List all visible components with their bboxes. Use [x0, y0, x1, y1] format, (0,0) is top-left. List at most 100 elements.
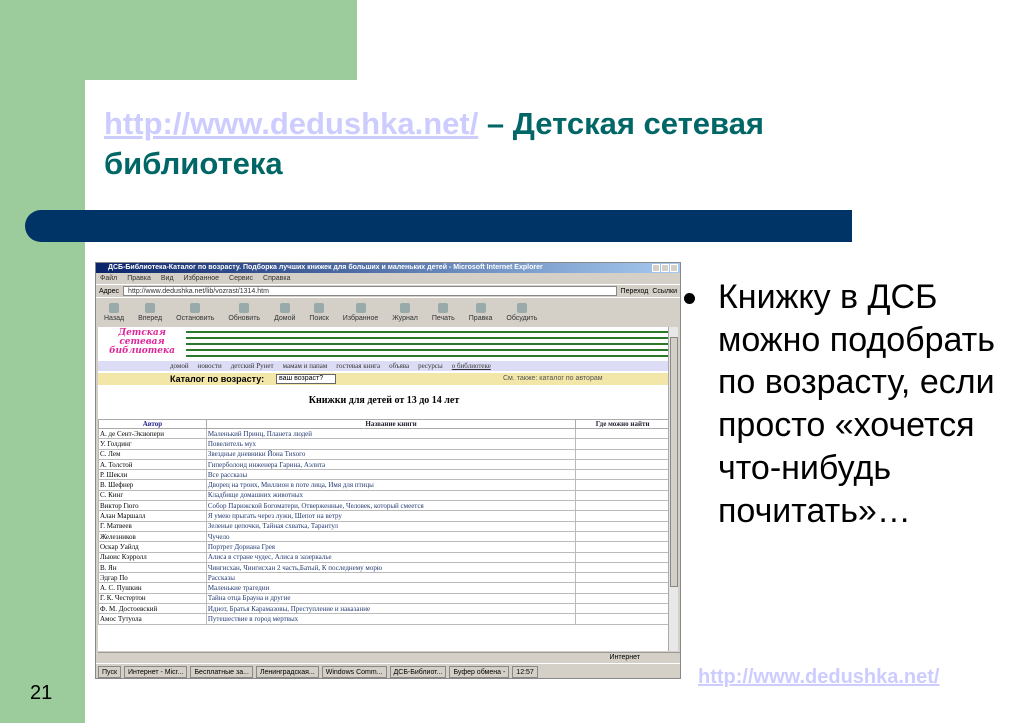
- toolbar-label: Журнал: [392, 315, 418, 322]
- book-title-cell[interactable]: Идиот, Братья Карамазовы, Преступление и…: [205, 603, 577, 615]
- author-cell: Льюис Кэрролл: [98, 551, 207, 563]
- book-title-cell[interactable]: Чучело: [205, 530, 577, 543]
- where-cell: [575, 551, 670, 563]
- book-title-cell[interactable]: Дворец на троих, Миллион в поте лица, Им…: [205, 479, 577, 491]
- nav-link[interactable]: гостевая книга: [336, 361, 380, 371]
- book-title-cell[interactable]: Чингисхан, Чингисхан 2 часть,Батый, К по…: [205, 561, 577, 574]
- nav-link[interactable]: детский Рунет: [231, 361, 274, 371]
- author-cell: Алан Маршалл: [98, 510, 207, 522]
- book-title-cell[interactable]: Рассказы: [205, 572, 577, 584]
- book-title-cell[interactable]: Гиперболоид инженера Гарина, Аэлита: [205, 458, 577, 471]
- toolbar-icon: [516, 303, 527, 313]
- taskbar-item[interactable]: Интернет - Micr...: [124, 665, 188, 678]
- author-cell: В. Шефнер: [98, 479, 207, 491]
- where-cell: [575, 469, 670, 481]
- book-title-cell[interactable]: Я умею прыгать через лужи, Шепот на ветр…: [205, 510, 577, 522]
- taskbar-item[interactable]: Бесплатные за...: [190, 665, 253, 678]
- toolbar-button[interactable]: Обсудить: [506, 303, 537, 322]
- book-title-cell[interactable]: Звездные дневники Йона Тихого: [205, 448, 577, 460]
- book-title-cell[interactable]: Маленькие трагедии: [205, 582, 577, 594]
- where-cell: [575, 448, 670, 460]
- toolbar-button[interactable]: Вперед: [138, 303, 162, 322]
- toolbar-button[interactable]: Печать: [432, 303, 455, 322]
- toolbar-button[interactable]: Поиск: [309, 303, 329, 322]
- toolbar-button[interactable]: Домой: [274, 303, 295, 322]
- table-row: Эдгар По Рассказы: [98, 572, 670, 584]
- menu-item[interactable]: Избранное: [184, 273, 219, 284]
- decor-green-left: [0, 0, 85, 723]
- toolbar-button[interactable]: Остановить: [176, 303, 214, 322]
- catalog-bar: Каталог по возрасту: ваш возраст? См. та…: [98, 373, 670, 385]
- menu-item[interactable]: Сервис: [229, 273, 253, 284]
- book-title-cell[interactable]: Маленький Принц, Планета людей: [205, 427, 577, 440]
- scrollbar-thumb[interactable]: [670, 337, 678, 587]
- menu-item[interactable]: Вид: [161, 273, 174, 284]
- links-button[interactable]: Ссылки: [652, 288, 677, 295]
- toolbar-button[interactable]: Назад: [104, 303, 124, 322]
- toolbar-icon: [279, 303, 290, 313]
- bullet-dot-icon: [684, 293, 695, 304]
- book-title-cell[interactable]: Повелитель мух: [205, 438, 577, 450]
- toolbar-button[interactable]: Избранное: [343, 303, 378, 322]
- age-select[interactable]: ваш возраст?: [276, 374, 336, 384]
- toolbar-icon: [438, 303, 449, 313]
- menu-item[interactable]: Справка: [263, 273, 290, 284]
- toolbar-icon: [314, 303, 325, 313]
- menu-item[interactable]: Файл: [100, 273, 117, 284]
- author-cell: Г. К. Честертон: [98, 592, 207, 605]
- taskbar-item[interactable]: Windows Comm...: [321, 665, 387, 678]
- taskbar-item[interactable]: Буфер обмена -: [449, 665, 510, 678]
- browser-titlebar: ДСБ-Библиотека-Каталог по возрасту. Подб…: [96, 263, 680, 273]
- footer-link[interactable]: http://www.dedushka.net/: [698, 666, 939, 689]
- author-cell: Амос Тутуола: [98, 613, 207, 625]
- author-cell: У. Голдинг: [98, 438, 207, 450]
- toolbar-icon: [190, 303, 201, 313]
- col-where: Где можно найти: [575, 419, 670, 429]
- maximize-icon[interactable]: [661, 264, 669, 272]
- book-title-cell[interactable]: Кладбище домашних животных: [205, 489, 577, 502]
- nav-link[interactable]: мамам и папам: [283, 361, 328, 371]
- nav-link[interactable]: ресурсы: [418, 361, 443, 371]
- toolbar-button[interactable]: Правка: [469, 303, 492, 322]
- minimize-icon[interactable]: [652, 264, 660, 272]
- author-cell: А. С. Пушкин: [98, 582, 207, 594]
- table-row: А. С. Пушкин Маленькие трагедии: [98, 582, 670, 594]
- book-title-cell[interactable]: Портрет Дориана Грея: [205, 541, 577, 553]
- toolbar-button[interactable]: Обновить: [228, 303, 260, 322]
- book-title-cell[interactable]: Все рассказы: [205, 469, 577, 481]
- taskbar-item[interactable]: Пуск: [98, 665, 122, 678]
- taskbar-item[interactable]: 12:57: [512, 665, 538, 678]
- nav-link[interactable]: новости: [198, 361, 222, 371]
- title-link[interactable]: http://www.dedushka.net/: [104, 106, 478, 141]
- taskbar-item[interactable]: Ленинградская...: [255, 665, 319, 678]
- book-title-cell[interactable]: Алиса в стране чудес, Алиса в зазеркалье: [205, 551, 577, 563]
- taskbar-item[interactable]: ДСБ-Библиот...: [389, 665, 447, 678]
- where-cell: [575, 500, 670, 512]
- books-table: Автор Название книги Где можно найти А. …: [98, 419, 670, 625]
- where-cell: [575, 427, 670, 440]
- where-cell: [575, 572, 670, 584]
- nav-link[interactable]: объява: [389, 361, 409, 371]
- go-button[interactable]: Переход: [621, 288, 649, 295]
- table-row: С. Кинг Кладбище домашних животных: [98, 489, 670, 502]
- book-title-cell[interactable]: Тайна отца Брауна и другие: [205, 592, 577, 605]
- toolbar-icon: [400, 303, 411, 313]
- scrollbar[interactable]: [668, 327, 678, 651]
- author-cell: С. Кинг: [98, 489, 207, 502]
- address-input[interactable]: http://www.dedushka.net/lib/vozrast/1314…: [123, 286, 617, 296]
- book-title-cell[interactable]: Зеленые цепочки, Тайная схватка, Таранту…: [205, 520, 577, 532]
- menu-item[interactable]: Правка: [127, 273, 151, 284]
- see-also-link[interactable]: См. также: каталог по авторам: [503, 373, 603, 385]
- table-row: В. Ян Чингисхан, Чингисхан 2 часть,Батый,…: [98, 561, 670, 574]
- close-icon[interactable]: [670, 264, 678, 272]
- book-title-cell[interactable]: Собор Парижской Богоматери, Отверженные,…: [205, 500, 577, 512]
- book-title-cell[interactable]: Путешествие в город мертвых: [205, 613, 577, 625]
- toolbar-label: Домой: [274, 315, 296, 322]
- author-cell: Г. Матвеев: [98, 520, 207, 532]
- toolbar-button[interactable]: Журнал: [392, 303, 418, 322]
- page-heading: Книжки для детей от 13 до 14 лет: [308, 395, 460, 406]
- nav-link[interactable]: домой: [170, 361, 189, 371]
- col-title: Название книги: [205, 419, 577, 429]
- nav-link[interactable]: о библиотеке: [452, 361, 491, 371]
- table-row: Г. К. Честертон Тайна отца Брауна и други…: [98, 592, 670, 605]
